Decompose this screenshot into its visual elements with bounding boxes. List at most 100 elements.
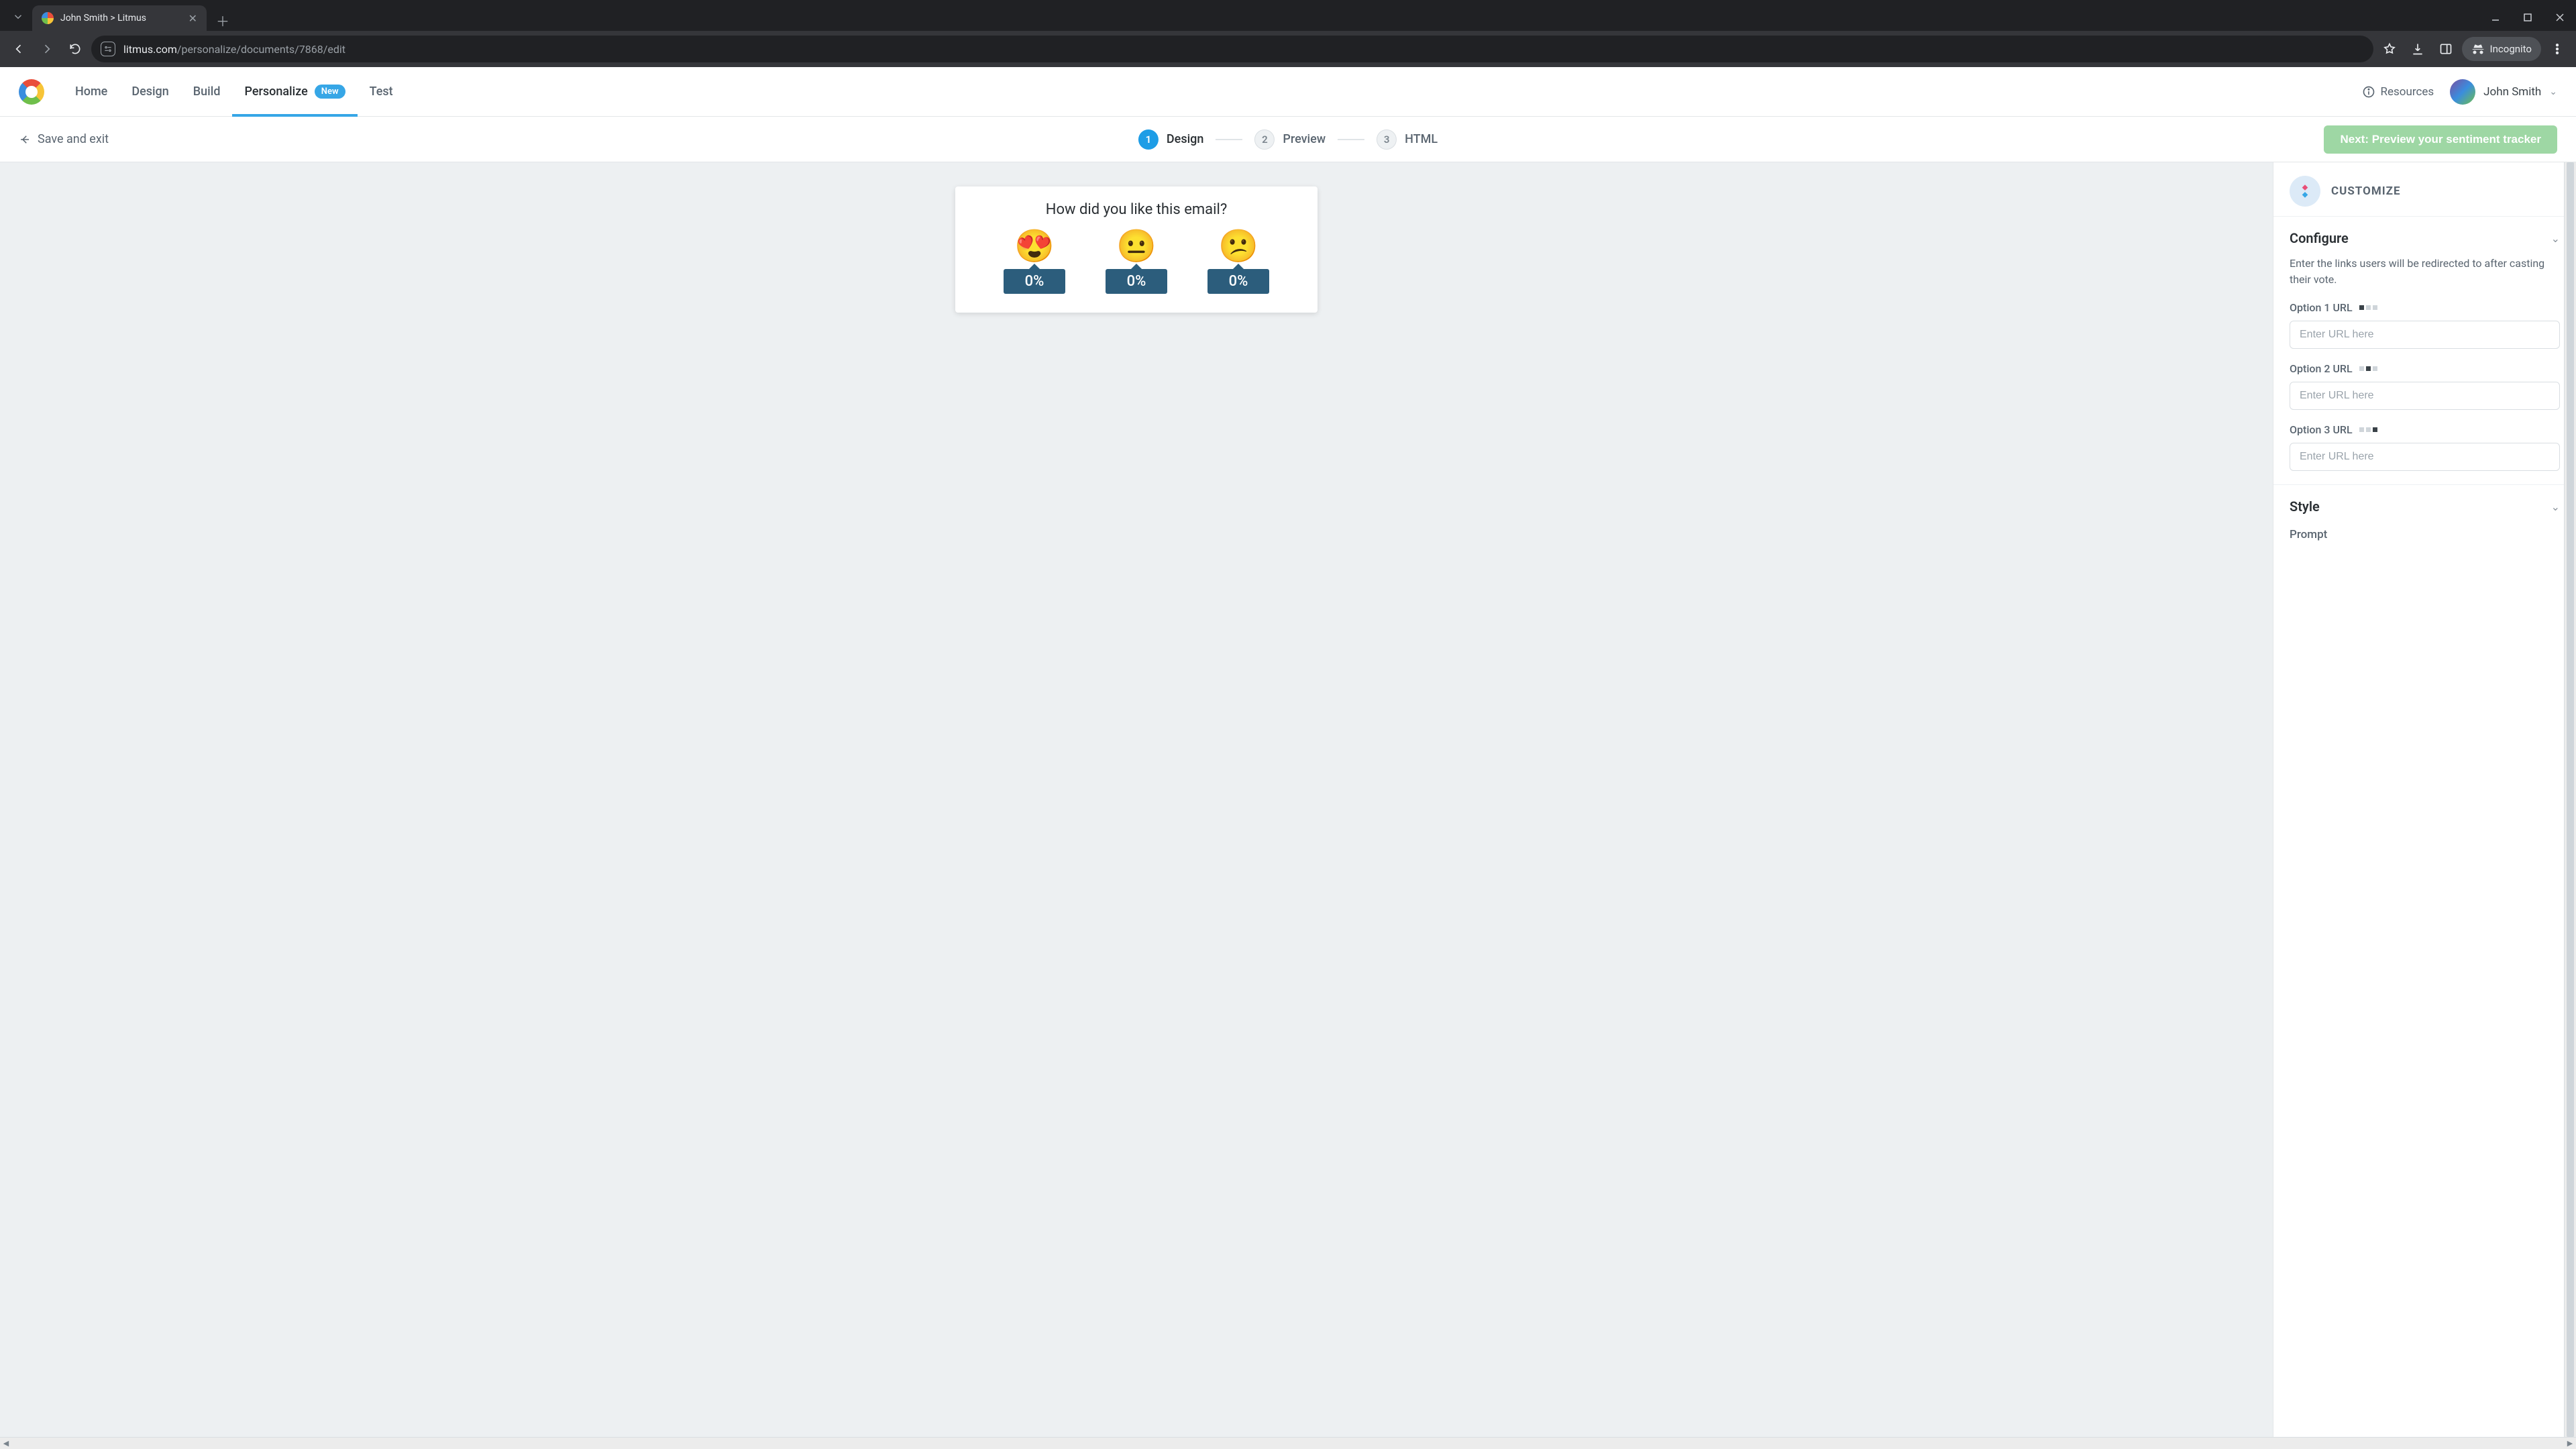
option-2-indicator [2359,366,2377,371]
incognito-icon [2471,42,2485,56]
option-2-url-input[interactable] [2290,382,2560,410]
litmus-logo[interactable] [19,79,44,105]
option-1[interactable]: 😍 0% [1004,230,1065,294]
style-section: Style ⌄ [2273,484,2576,524]
new-tab-button[interactable]: ＋ [212,9,233,31]
option-2-url-label: Option 2 URL [2290,362,2560,375]
prompt-section-title: Prompt [2290,528,2560,541]
option-3-url-input[interactable] [2290,443,2560,471]
tab-strip: John Smith > Litmus ✕ ＋ [0,0,2576,31]
chevron-down-icon: ⌄ [2551,232,2560,245]
tab-title: John Smith > Litmus [60,13,146,23]
resources-link[interactable]: Resources [2362,85,2434,99]
primary-nav: Home Design Build Personalize New Test [63,67,405,116]
bookmark-icon[interactable] [2377,37,2402,61]
option-1-url-input[interactable] [2290,321,2560,349]
option-3[interactable]: 😕 0% [1208,230,1269,294]
tab-search-dropdown[interactable] [4,3,32,31]
option-3-pct: 0% [1208,269,1269,294]
option-1-indicator [2359,305,2377,310]
incognito-indicator[interactable]: Incognito [2462,37,2541,61]
new-badge: New [315,85,345,99]
option-1-url-label: Option 1 URL [2290,301,2560,314]
chevron-down-icon: ⌄ [2551,500,2560,513]
stepper: 1 Design 2 Preview 3 HTML [1138,129,1438,150]
user-name: John Smith [2483,85,2541,99]
configure-section: Configure ⌄ Enter the links users will b… [2273,216,2576,484]
nav-home-label: Home [75,85,107,99]
emoji-row: 😍 0% 😐 0% 😕 0% [982,230,1291,294]
nav-home[interactable]: Home [63,67,119,116]
option-3-indicator [2359,427,2377,432]
nav-test-label: Test [370,85,393,99]
user-menu[interactable]: John Smith ⌄ [2450,79,2557,105]
step-2-badge: 2 [1254,129,1275,150]
step-divider [1216,139,1242,140]
step-divider [1338,139,1364,140]
incognito-label: Incognito [2490,43,2532,55]
save-exit-label: Save and exit [38,132,109,146]
configure-header[interactable]: Configure ⌄ [2290,230,2560,246]
step-3-label: HTML [1405,132,1438,146]
url-text: litmus.com/personalize/documents/7868/ed… [123,43,345,56]
window-minimize[interactable] [2479,4,2512,31]
window-close[interactable] [2544,4,2576,31]
nav-design-label: Design [131,85,168,99]
customize-panel: CUSTOMIZE Configure ⌄ Enter the links us… [2273,162,2576,1437]
vertical-scrollbar[interactable] [2564,162,2576,1437]
sentiment-preview-card: How did you like this email? 😍 0% 😐 0% 😕 [955,186,1318,313]
avatar [2450,79,2475,105]
panel-title: CUSTOMIZE [2331,184,2401,198]
nav-personalize[interactable]: Personalize New [232,67,357,116]
prompt-text: How did you like this email? [982,201,1291,218]
style-header[interactable]: Style ⌄ [2290,498,2560,515]
prompt-section: Prompt [2273,524,2576,555]
nav-personalize-label: Personalize [244,85,307,99]
option-2-url-field: Option 2 URL [2290,362,2560,410]
next-button[interactable]: Next: Preview your sentiment tracker [2324,125,2557,154]
nav-design[interactable]: Design [119,67,180,116]
browser-toolbar: litmus.com/personalize/documents/7868/ed… [0,31,2576,67]
chevron-down-icon: ⌄ [2549,87,2557,97]
save-and-exit[interactable]: Save and exit [19,132,109,146]
window-maximize[interactable] [2512,4,2544,31]
forward-button[interactable] [35,37,59,61]
style-title: Style [2290,498,2320,515]
app-frame: Home Design Build Personalize New Test R… [0,67,2576,1449]
close-icon[interactable]: ✕ [189,12,197,25]
address-bar[interactable]: litmus.com/personalize/documents/7868/ed… [91,36,2373,62]
scroll-left-icon[interactable]: ◀ [0,1439,12,1448]
info-icon [2362,85,2375,99]
arrow-left-icon [19,133,31,146]
option-1-pct: 0% [1004,269,1065,294]
nav-build-label: Build [193,85,221,99]
site-info-icon[interactable] [101,42,115,56]
side-panel-icon[interactable] [2434,37,2458,61]
reload-button[interactable] [63,37,87,61]
horizontal-scrollbar[interactable]: ◀ ▶ [0,1437,2576,1449]
resources-label: Resources [2381,85,2434,99]
back-button[interactable] [7,37,31,61]
step-3-badge: 3 [1377,129,1397,150]
step-1-label: Design [1167,132,1203,146]
kebab-menu-icon[interactable] [2545,37,2569,61]
customize-icon [2290,176,2320,207]
configure-title: Configure [2290,230,2349,246]
workspace: How did you like this email? 😍 0% 😐 0% 😕 [0,162,2576,1437]
nav-test[interactable]: Test [358,67,405,116]
downloads-icon[interactable] [2406,37,2430,61]
step-design[interactable]: 1 Design [1138,129,1203,150]
nav-build[interactable]: Build [181,67,233,116]
option-2[interactable]: 😐 0% [1106,230,1167,294]
step-html[interactable]: 3 HTML [1377,129,1438,150]
scroll-right-icon[interactable]: ▶ [2564,1439,2576,1448]
confused-emoji: 😕 [1218,230,1258,262]
browser-tab[interactable]: John Smith > Litmus ✕ [32,5,207,31]
editor-subheader: Save and exit 1 Design 2 Preview 3 HTML … [0,117,2576,162]
tab-favicon [42,12,54,24]
design-canvas[interactable]: How did you like this email? 😍 0% 😐 0% 😕 [0,162,2273,1437]
configure-description: Enter the links users will be redirected… [2290,256,2560,288]
step-preview[interactable]: 2 Preview [1254,129,1326,150]
step-1-badge: 1 [1138,129,1159,150]
option-2-pct: 0% [1106,269,1167,294]
